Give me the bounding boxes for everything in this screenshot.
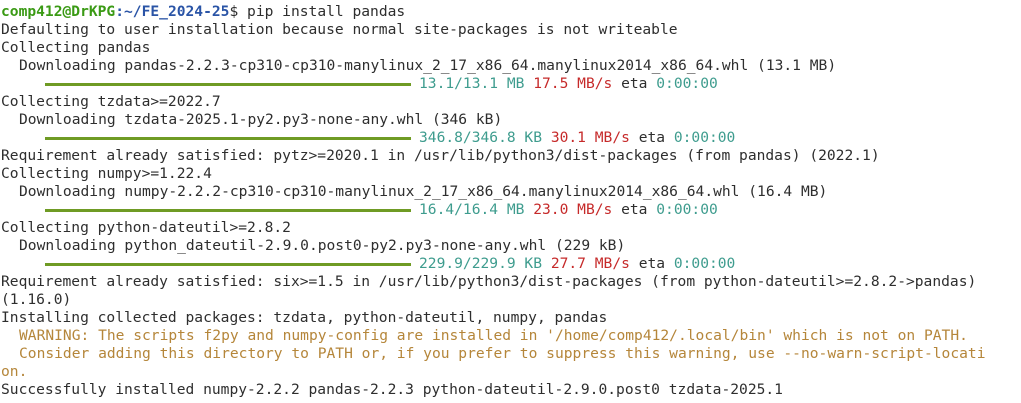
- progress-size: 16.4/16.4 MB: [419, 201, 525, 218]
- output-line: Collecting pandas: [1, 39, 151, 56]
- progress-line-pandas: 13.1/13.1 MB 17.5 MB/s eta 0:00:00: [1, 75, 718, 93]
- progress-eta-label: eta: [638, 255, 666, 272]
- progress-bar: [45, 82, 411, 86]
- progress-eta-time: 0:00:00: [656, 75, 718, 92]
- progress-eta-label: eta: [621, 75, 648, 92]
- output-line: Downloading pandas-2.2.3-cp310-cp310-man…: [19, 57, 837, 74]
- output-line: Collecting tzdata>=2022.7: [1, 93, 221, 110]
- progress-eta-time: 0:00:00: [656, 201, 718, 218]
- warning-line: Consider adding this directory to PATH o…: [19, 345, 986, 362]
- output-line: (1.16.0): [1, 291, 72, 308]
- output-line: Collecting python-dateutil>=2.8.2: [1, 219, 291, 236]
- prompt-path: :~/FE_2024-25: [115, 3, 230, 20]
- output-line: Downloading numpy-2.2.2-cp310-cp310-many…: [19, 183, 828, 200]
- warning-line: WARNING: The scripts f2py and numpy-conf…: [19, 327, 968, 344]
- output-line: Collecting numpy>=1.22.4: [1, 165, 212, 182]
- output-line: Installing collected packages: tzdata, p…: [1, 309, 608, 326]
- progress-eta-label: eta: [638, 129, 666, 146]
- progress-bar: [45, 208, 411, 212]
- progress-line-tzdata: 346.8/346.8 KB 30.1 MB/s eta 0:00:00: [1, 129, 735, 147]
- command-text: $ pip install pandas: [229, 3, 406, 20]
- prompt-user-host: comp412@DrKPG: [1, 3, 116, 20]
- progress-size: 346.8/346.8 KB: [419, 129, 543, 146]
- output-line: Defaulting to user installation because …: [1, 21, 678, 38]
- progress-speed: 17.5 MB/s: [533, 75, 613, 92]
- progress-size: 13.1/13.1 MB: [419, 75, 525, 92]
- progress-bar: [45, 262, 411, 266]
- output-line: Requirement already satisfied: six>=1.5 …: [1, 273, 977, 290]
- terminal-window[interactable]: comp412@DrKPG:~/FE_2024-25$ pip install …: [0, 0, 1021, 403]
- warning-line: on.: [1, 363, 28, 380]
- progress-eta-time: 0:00:00: [673, 129, 736, 146]
- progress-speed: 30.1 MB/s: [550, 129, 630, 146]
- progress-line-dateutil: 229.9/229.9 KB 27.7 MB/s eta 0:00:00: [1, 255, 735, 273]
- output-line: Downloading python_dateutil-2.9.0.post0-…: [19, 237, 626, 254]
- progress-eta-label: eta: [621, 201, 648, 218]
- progress-bar: [45, 136, 411, 140]
- progress-speed: 27.7 MB/s: [550, 255, 630, 272]
- progress-eta-time: 0:00:00: [673, 255, 736, 272]
- progress-size: 229.9/229.9 KB: [419, 255, 543, 272]
- progress-speed: 23.0 MB/s: [533, 201, 613, 218]
- success-line: Successfully installed numpy-2.2.2 panda…: [1, 381, 783, 398]
- output-line: Downloading tzdata-2025.1-py2.py3-none-a…: [19, 111, 503, 128]
- progress-line-numpy: 16.4/16.4 MB 23.0 MB/s eta 0:00:00: [1, 201, 718, 219]
- prompt-line: comp412@DrKPG:~/FE_2024-25$ pip install …: [1, 3, 405, 21]
- output-line: Requirement already satisfied: pytz>=202…: [1, 147, 880, 164]
